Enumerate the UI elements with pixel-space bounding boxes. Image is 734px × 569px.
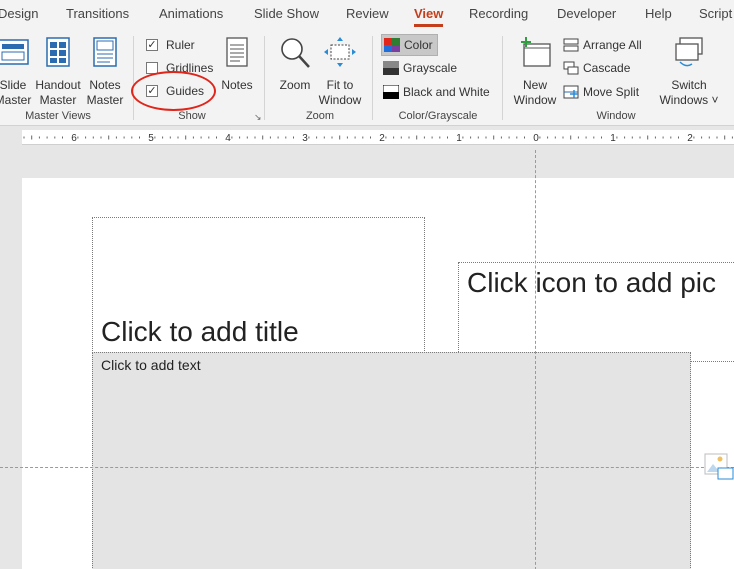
grayscale-label: Grayscale: [403, 61, 458, 75]
notes-button[interactable]: Notes: [218, 36, 256, 93]
fit-to-window-button[interactable]: Fit to Window: [316, 36, 364, 108]
new-window-label: New Window: [513, 78, 557, 107]
handout-master-label: Handout Master: [35, 78, 81, 107]
cascade-button[interactable]: Cascade: [563, 58, 630, 78]
arrange-all-button[interactable]: Arrange All: [563, 35, 642, 55]
color-swatch-icon: [384, 37, 400, 52]
move-split-icon: [563, 85, 579, 99]
arrange-all-icon: [563, 38, 579, 52]
tab-design[interactable]: Design: [0, 6, 38, 21]
ruler-label: 0: [533, 133, 539, 144]
horizontal-guide[interactable]: [0, 467, 734, 468]
text-placeholder-text: Click to add text: [101, 357, 201, 373]
window-group-label: Window: [596, 110, 636, 122]
handout-master-icon: [46, 37, 70, 67]
tab-review[interactable]: Review: [346, 6, 389, 21]
ruler-check-icon: ✓: [146, 38, 158, 51]
tab-recording[interactable]: Recording: [469, 6, 528, 21]
zoom-label: Zoom: [279, 78, 311, 92]
color-button[interactable]: Color: [381, 34, 438, 56]
cascade-label: Cascade: [583, 61, 631, 75]
tab-transitions[interactable]: Transitions: [66, 6, 129, 21]
new-window-icon: [521, 37, 551, 67]
switch-windows-label: Switch Windows ˅: [659, 78, 719, 107]
handout-master-button[interactable]: Handout Master: [32, 36, 84, 108]
tab-script[interactable]: Script: [699, 6, 732, 21]
ruler-label: 3: [302, 133, 308, 144]
ruler-label: 5: [148, 133, 154, 144]
notes-master-label: Notes Master: [86, 78, 124, 107]
move-split-button[interactable]: Move Split: [563, 82, 639, 102]
notes-master-button[interactable]: Notes Master: [84, 36, 126, 108]
new-window-button[interactable]: New Window: [510, 36, 560, 108]
switch-windows-button[interactable]: Switch Windows ˅: [656, 36, 722, 108]
picture-placeholder[interactable]: Click icon to add pic: [458, 262, 734, 362]
highlight-circle: [131, 71, 216, 111]
group-separator: [133, 36, 134, 120]
switch-windows-icon: [675, 37, 703, 67]
tab-developer[interactable]: Developer: [557, 6, 616, 21]
fit-to-window-icon: [324, 37, 356, 67]
ruler-label: 1: [456, 133, 462, 144]
black-and-white-label: Black and White: [403, 85, 490, 99]
notes-icon: [226, 37, 248, 67]
ruler-label: 2: [379, 133, 385, 144]
black-and-white-button[interactable]: Black and White: [383, 82, 490, 102]
ribbon-view: Slide Master Handout Master Notes Master…: [0, 30, 734, 126]
text-placeholder[interactable]: Click to add text: [92, 352, 691, 569]
arrange-all-label: Arrange All: [583, 38, 642, 52]
group-separator: [372, 36, 373, 120]
zoom-group-label: Zoom: [305, 110, 335, 122]
cascade-icon: [563, 61, 579, 75]
picture-placeholder-text: Click icon to add pic: [467, 267, 717, 298]
color-label: Color: [404, 38, 433, 52]
tab-help[interactable]: Help: [645, 6, 672, 21]
master-views-group-label: Master Views: [25, 110, 91, 122]
grayscale-swatch-icon: [383, 60, 399, 75]
zoom-button[interactable]: Zoom: [275, 36, 315, 93]
title-placeholder[interactable]: Click to add title: [92, 217, 425, 357]
ribbon-tab-bar: Design Transitions Animations Slide Show…: [0, 0, 734, 30]
move-split-label: Move Split: [583, 85, 640, 99]
slide-master-icon: [0, 39, 29, 65]
magnifier-icon: [281, 38, 310, 68]
notes-label: Notes: [221, 78, 253, 92]
insert-picture-icon[interactable]: [704, 452, 734, 484]
fit-to-window-label: Fit to Window: [318, 78, 362, 107]
horizontal-ruler: 6 5 4 3 2 1 0 1 2: [22, 130, 734, 145]
ruler-label: Ruler: [166, 38, 195, 52]
ruler-label: 4: [225, 133, 231, 144]
ruler-label: 6: [71, 133, 77, 144]
vertical-guide[interactable]: [535, 150, 536, 569]
tab-view[interactable]: View: [414, 6, 444, 27]
grayscale-button[interactable]: Grayscale: [383, 58, 457, 78]
group-separator: [502, 36, 503, 120]
ruler-label: 2: [687, 133, 693, 144]
ruler-label: 1: [610, 133, 616, 144]
dialog-launcher-icon[interactable]: ↘: [254, 112, 262, 123]
ruler-scale: 6 5 4 3 2 1 0 1 2: [23, 133, 733, 144]
black-and-white-swatch-icon: [383, 84, 399, 99]
show-group-label: Show: [178, 110, 206, 122]
ruler-checkbox[interactable]: ✓ Ruler: [146, 35, 195, 55]
title-placeholder-text: Click to add title: [101, 316, 299, 347]
group-separator: [264, 36, 265, 120]
tab-slide-show[interactable]: Slide Show: [254, 6, 319, 21]
tab-animations[interactable]: Animations: [159, 6, 223, 21]
color-grayscale-group-label: Color/Grayscale: [398, 110, 478, 122]
notes-master-icon: [93, 37, 117, 67]
